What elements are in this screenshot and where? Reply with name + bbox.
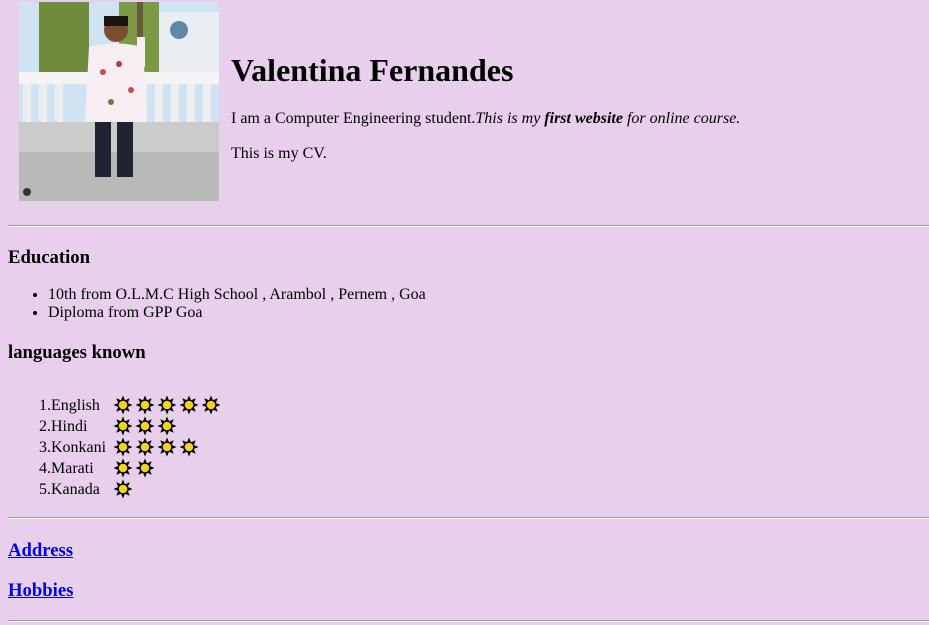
languages-list: 1. English 2. Hindi 3. Konkani 4. Marati 5. Kanad… [8, 394, 221, 499]
divider-middle [8, 517, 929, 519]
star-icon [201, 395, 221, 415]
profile-name: Valentina Fernandes [231, 52, 514, 88]
language-number: 3. [39, 439, 51, 456]
star-icon [113, 479, 133, 499]
intro-italic-end: for online course. [622, 110, 741, 127]
language-item: 4. Marati [8, 457, 221, 478]
intro-bold-italic: first website [544, 110, 623, 127]
language-number: 1. [39, 397, 51, 414]
language-name: English [51, 397, 100, 414]
language-item: 3. Konkani [8, 436, 221, 457]
language-number: 5. [39, 481, 51, 498]
language-number: 4. [39, 460, 51, 477]
cv-line: This is my CV. [231, 145, 327, 162]
star-icon [113, 395, 133, 415]
hobbies-link[interactable]: Hobbies [8, 580, 73, 602]
divider-bottom [8, 620, 929, 622]
star-icon [135, 395, 155, 415]
rating-stars [113, 437, 199, 457]
divider-top [8, 225, 929, 227]
intro-italic-start: This is my [475, 110, 545, 127]
language-number: 2. [39, 418, 51, 435]
language-name: Hindi [51, 418, 88, 435]
language-name: Kanada [51, 481, 100, 498]
language-item: 5. Kanada [8, 478, 221, 499]
star-icon [113, 458, 133, 478]
star-icon [157, 416, 177, 436]
star-icon [157, 395, 177, 415]
language-item: 2. Hindi [8, 415, 221, 436]
star-icon [135, 437, 155, 457]
star-icon [179, 395, 199, 415]
star-icon [179, 437, 199, 457]
rating-stars [113, 416, 177, 436]
education-list: 10th from O.L.M.C High School , Arambol … [8, 286, 426, 322]
profile-photo [19, 2, 219, 201]
rating-stars [113, 479, 133, 499]
language-name: Marati [51, 460, 94, 477]
star-icon [157, 437, 177, 457]
languages-heading: languages known [8, 342, 146, 363]
language-item: 1. English [8, 394, 221, 415]
star-icon [113, 416, 133, 436]
intro-text: I am a Computer Engineering student.This… [231, 109, 740, 129]
address-link[interactable]: Address [8, 540, 73, 562]
star-icon [135, 458, 155, 478]
education-item: 10th from O.L.M.C High School , Arambol … [48, 286, 426, 304]
language-name: Konkani [51, 439, 107, 456]
star-icon [135, 416, 155, 436]
rating-stars [113, 458, 155, 478]
rating-stars [113, 395, 221, 415]
star-icon [113, 437, 133, 457]
education-heading: Education [8, 247, 91, 268]
education-item: Diploma from GPP Goa [48, 304, 426, 322]
intro-plain: I am a Computer Engineering student. [231, 110, 476, 127]
